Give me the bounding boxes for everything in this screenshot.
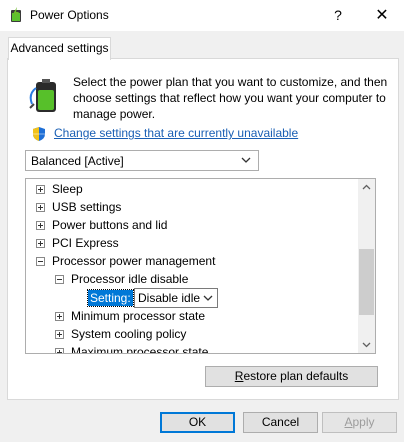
- battery-icon: [29, 79, 56, 112]
- power-plan-value: Balanced [Active]: [31, 154, 124, 168]
- description-text: Select the power plan that you want to c…: [73, 75, 388, 121]
- expand-plus-icon[interactable]: [36, 239, 45, 248]
- expand-plus-icon[interactable]: [36, 221, 45, 230]
- tree-item-label: Power buttons and lid: [52, 218, 168, 232]
- expand-plus-icon[interactable]: [55, 312, 64, 321]
- power-plan-select[interactable]: Balanced [Active]: [25, 150, 259, 171]
- apply-label: pply: [352, 415, 375, 429]
- close-button[interactable]: ✕: [360, 0, 404, 31]
- tab-advanced-settings[interactable]: Advanced settings: [8, 37, 111, 60]
- scrollbar-thumb[interactable]: [359, 249, 374, 315]
- restore-plan-defaults-button[interactable]: Restore plan defaults: [205, 366, 378, 387]
- tree-item-label: Maximum processor state: [71, 345, 209, 353]
- help-button[interactable]: ?: [316, 0, 360, 31]
- tree-item-label: Processor power management: [52, 254, 216, 268]
- expand-plus-icon[interactable]: [36, 203, 45, 212]
- shield-icon: [33, 127, 45, 141]
- idle-disable-select[interactable]: Disable idle: [134, 288, 218, 308]
- chevron-down-icon: [241, 157, 251, 163]
- title-bar: Power Options ? ✕: [0, 0, 404, 31]
- settings-tree[interactable]: Sleep USB settings Power buttons and lid…: [25, 178, 376, 354]
- chevron-down-icon: [203, 295, 213, 301]
- tree-item-label: USB settings: [52, 200, 122, 214]
- cancel-button[interactable]: Cancel: [243, 412, 318, 433]
- tree-item-label: System cooling policy: [71, 327, 187, 341]
- expand-plus-icon[interactable]: [55, 330, 64, 339]
- power-options-icon: [11, 7, 21, 22]
- idle-disable-value: Disable idle: [138, 291, 201, 305]
- collapse-minus-icon[interactable]: [36, 257, 45, 266]
- tree-item-label: Processor idle disable: [71, 272, 189, 286]
- apply-mnemonic: A: [344, 415, 353, 429]
- window-title: Power Options: [30, 8, 109, 22]
- setting-label: Setting:: [87, 289, 134, 307]
- scroll-down-icon[interactable]: [358, 336, 375, 353]
- tree-item-label: PCI Express: [52, 236, 119, 250]
- tree-item-label: Sleep: [52, 182, 83, 196]
- tree-scrollbar[interactable]: [358, 179, 375, 353]
- collapse-minus-icon[interactable]: [55, 275, 64, 284]
- restore-label: estore plan defaults: [243, 369, 349, 383]
- tree-viewport: Sleep USB settings Power buttons and lid…: [26, 179, 360, 353]
- ok-button[interactable]: OK: [160, 412, 235, 433]
- change-settings-link[interactable]: Change settings that are currently unava…: [54, 126, 298, 140]
- scroll-up-icon[interactable]: [358, 179, 375, 196]
- expand-plus-icon[interactable]: [36, 185, 45, 194]
- tree-item-label: Minimum processor state: [71, 309, 206, 323]
- expand-plus-icon[interactable]: [55, 348, 64, 353]
- apply-button[interactable]: Apply: [322, 412, 397, 433]
